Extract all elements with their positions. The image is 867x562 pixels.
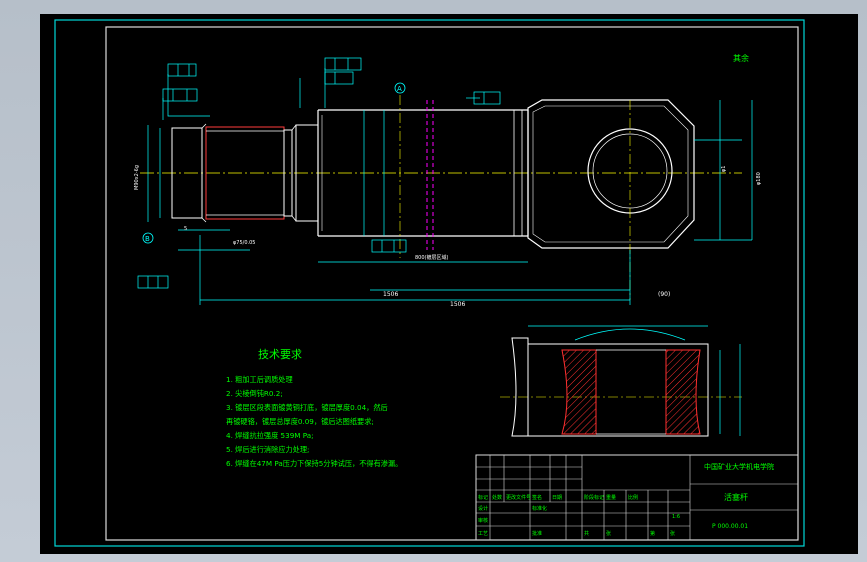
dim-hole-dia: φ1 xyxy=(721,166,727,172)
requirement-line: 再镀硬铬，镀层总厚度0.09，镀后达图纸要求; xyxy=(226,417,374,426)
tb-drawing-name: 活塞杆 xyxy=(724,492,748,502)
title-block-cell: 日期 xyxy=(552,495,562,501)
dim-thread: M90x2-6g xyxy=(134,165,140,190)
dim-end-len: 5 xyxy=(184,226,187,232)
requirement-line: 5. 焊后进行消除应力处理; xyxy=(226,445,309,454)
cad-drawing-viewport: 其余 A B 1506 1506 (90) 800(镀层区域) φ75/0.05… xyxy=(40,14,858,554)
dim-head-length: (90) xyxy=(658,291,670,298)
title-block-cell: 更改文件号 xyxy=(506,494,531,501)
title-block-cell: 张 xyxy=(606,530,611,537)
title-block-cell: 比例 xyxy=(628,494,638,501)
title-block-cell: 签名 xyxy=(532,494,542,501)
dim-overall-length: 1506 xyxy=(450,301,465,308)
svg-text:A: A xyxy=(397,85,402,93)
tb-drawing-no: P 000.00.01 xyxy=(712,523,748,530)
dim-chrome-zone: 800(镀层区域) xyxy=(415,254,448,261)
requirements-title: 技术要求 xyxy=(258,348,302,361)
title-block-cell: 第 xyxy=(650,530,655,537)
requirement-line: 1. 粗加工后调质处理 xyxy=(226,375,293,384)
tb-scale: 1:6 xyxy=(672,514,680,520)
title-block-cell: 阶段标记 xyxy=(584,494,604,501)
requirement-line: 4. 焊缝抗拉强度 539M Pa; xyxy=(226,431,314,440)
requirement-line: 6. 焊缝在47M Pa压力下保持5分钟试压，不得有渗漏。 xyxy=(226,459,402,468)
title-block-cell: 审核 xyxy=(478,517,488,524)
dim-rod-dia: φ75/0.05 xyxy=(233,240,255,246)
requirement-line: 2. 尖棱倒钝R0.2; xyxy=(226,389,283,398)
title-block-cell: 张 xyxy=(670,530,675,537)
requirement-line: 3. 镀层区段表面镀黄铜打底，镀层厚度0.04，然后 xyxy=(226,403,388,412)
title-block-cell: 共 xyxy=(584,530,589,537)
title-block-cell: 工艺 xyxy=(478,531,488,537)
title-block-cell: 设计 xyxy=(478,505,488,512)
svg-text:B: B xyxy=(145,235,150,243)
title-block-cell: 标记 xyxy=(478,494,488,501)
tb-company: 中国矿业大学机电学院 xyxy=(704,462,774,471)
title-block-cell: 标准化 xyxy=(532,505,547,512)
dim-shaft-length: 1506 xyxy=(383,291,398,298)
corner-note: 其余 xyxy=(733,53,749,63)
title-block-cell: 重量 xyxy=(606,494,616,501)
dim-head-width: φ180 xyxy=(756,172,762,185)
title-block-cell: 处数 xyxy=(492,494,502,501)
title-block-cell: 批准 xyxy=(532,530,542,537)
